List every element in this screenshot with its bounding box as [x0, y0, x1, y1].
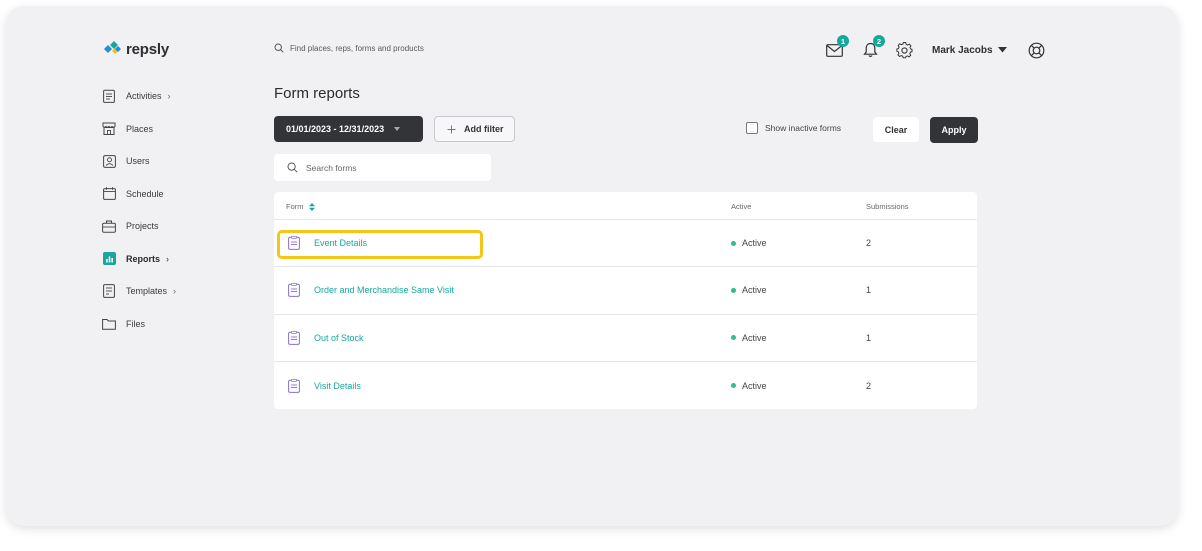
active-status-dot	[731, 383, 736, 389]
sidebar-item-users[interactable]: Users	[102, 151, 242, 171]
notifications-badge: 2	[873, 35, 885, 47]
search-icon	[287, 162, 298, 173]
table-row: Visit Details Active 2	[274, 362, 977, 409]
sidebar-item-projects[interactable]: Projects	[102, 216, 242, 236]
table-header: Form Active Submissions	[274, 192, 977, 220]
page-title: Form reports	[274, 85, 360, 102]
status-cell: Active	[731, 381, 767, 391]
active-status-dot	[731, 240, 736, 246]
form-link[interactable]: Order and Merchandise Same Visit	[314, 285, 454, 295]
sidebar-item-label: Files	[126, 318, 146, 329]
form-icon	[288, 378, 300, 393]
sidebar-item-reports[interactable]: Reports ›	[102, 249, 242, 269]
header-actions: 1 2 Mark Jacobs	[822, 35, 1049, 64]
settings-button[interactable]	[892, 38, 916, 62]
submissions-cell: 2	[866, 238, 872, 249]
submissions-cell: 2	[866, 380, 872, 391]
gear-icon	[895, 41, 912, 58]
form-icon	[288, 330, 300, 345]
clipboard-icon	[102, 89, 116, 103]
brand-name: repsly	[126, 40, 169, 58]
briefcase-icon	[102, 219, 116, 233]
sidebar-item-label: Templates	[126, 286, 168, 296]
form-search-input[interactable]: Search forms	[306, 163, 357, 173]
highlight-annotation	[277, 230, 483, 259]
status-cell: Active	[731, 285, 767, 295]
date-range-picker[interactable]: 01/01/2023 - 12/31/2023	[274, 116, 423, 142]
sidebar-item-schedule[interactable]: Schedule	[102, 184, 242, 204]
notifications-button[interactable]: 2	[858, 35, 885, 62]
sidebar-item-files[interactable]: Files	[102, 314, 242, 334]
add-filter-button[interactable]: Add filter	[434, 116, 515, 142]
apply-button[interactable]: Apply	[930, 117, 978, 143]
table-row: Order and Merchandise Same Visit Active …	[274, 267, 977, 315]
sidebar-nav: Activities › Places Users Schedule Proje…	[102, 86, 242, 346]
forms-table: Form Active Submissions Event Details Ac…	[274, 192, 977, 409]
user-name: Mark Jacobs	[932, 44, 993, 56]
plus-icon	[447, 125, 456, 133]
add-filter-label: Add filter	[464, 124, 504, 134]
sidebar-item-activities[interactable]: Activities ›	[102, 86, 242, 106]
submissions-cell: 1	[866, 285, 872, 296]
active-status-dot	[731, 335, 736, 341]
clear-button[interactable]: Clear	[873, 117, 919, 142]
bar-chart-icon	[102, 252, 116, 266]
form-link[interactable]: Out of Stock	[314, 333, 364, 343]
form-search-field[interactable]: Search forms	[274, 154, 491, 181]
chevron-right-icon: ›	[173, 286, 177, 296]
sidebar-item-label: Activities	[126, 91, 162, 101]
show-inactive-label: Show inactive forms	[765, 123, 842, 133]
chevron-right-icon: ›	[167, 91, 171, 101]
global-search-input[interactable]: Find places, reps, forms and products	[290, 44, 424, 53]
sidebar-item-places[interactable]: Places	[102, 119, 242, 139]
calendar-icon	[102, 187, 116, 201]
column-header-form[interactable]: Form	[286, 202, 315, 211]
active-status-dot	[731, 287, 736, 293]
sidebar-item-label: Projects	[126, 221, 159, 231]
column-header-active: Active	[731, 202, 752, 211]
help-button[interactable]	[1025, 38, 1049, 62]
form-icon	[288, 283, 300, 298]
sidebar-item-label: Reports	[126, 253, 161, 264]
messages-badge: 1	[837, 35, 849, 47]
storefront-icon	[102, 122, 116, 136]
caret-down-icon	[997, 47, 1007, 53]
lifebuoy-icon	[1028, 42, 1045, 58]
chevron-right-icon: ›	[166, 253, 170, 264]
caret-down-icon	[394, 127, 401, 131]
table-row: Out of Stock Active 1	[274, 315, 977, 362]
form-link[interactable]: Visit Details	[314, 381, 361, 391]
user-card-icon	[102, 154, 116, 168]
sidebar-item-label: Places	[126, 123, 154, 134]
search-icon	[274, 43, 284, 53]
template-icon	[102, 284, 116, 298]
show-inactive-checkbox[interactable]	[746, 122, 758, 134]
folder-icon	[102, 317, 116, 331]
repsly-logo-icon	[104, 41, 121, 54]
status-cell: Active	[731, 333, 767, 343]
date-range-value: 01/01/2023 - 12/31/2023	[286, 124, 385, 134]
sidebar-item-label: Schedule	[126, 188, 164, 199]
submissions-cell: 1	[866, 332, 872, 343]
messages-button[interactable]: 1	[822, 35, 849, 62]
sidebar-item-templates[interactable]: Templates ›	[102, 281, 242, 301]
column-header-submissions: Submissions	[866, 202, 909, 211]
show-inactive-forms-toggle[interactable]: Show inactive forms	[746, 122, 841, 134]
user-menu[interactable]: Mark Jacobs	[932, 45, 1007, 56]
status-cell: Active	[731, 238, 767, 248]
global-search[interactable]: Find places, reps, forms and products	[274, 43, 424, 53]
sort-icon	[308, 202, 315, 211]
repsly-logo[interactable]: repsly	[102, 40, 169, 58]
sidebar-item-label: Users	[126, 156, 150, 166]
